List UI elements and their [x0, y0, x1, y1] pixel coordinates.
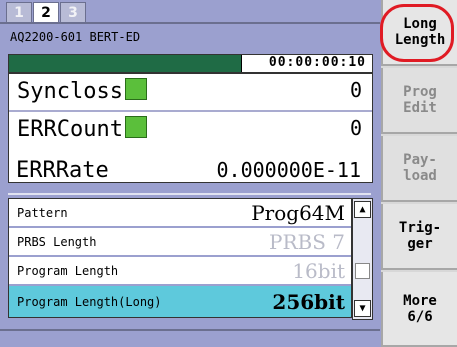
softkey-panel: Long Length Prog Edit Pay- load Trig- ge… [381, 0, 457, 347]
scroll-thumb[interactable] [355, 263, 370, 279]
setting-label: Program Length [17, 264, 119, 278]
syncloss-row: Syncloss 0 [9, 74, 372, 112]
bottom-divider [0, 329, 380, 331]
setting-label: Program Length(Long) [17, 295, 162, 309]
syncloss-value: 0 [349, 78, 362, 102]
setting-row-program-length-long[interactable]: Program Length(Long) 256bit [9, 286, 351, 317]
errrate-label: ERRRate [16, 158, 109, 183]
elapsed-time: 00:00:00:10 [268, 55, 366, 70]
tab-2[interactable]: 2 [33, 2, 59, 23]
main-panel: 1 2 3 AQ2200-601 BERT-ED 00:00:00:10 Syn… [0, 0, 380, 347]
errcount-indicator [124, 116, 147, 138]
section-divider [8, 193, 371, 195]
errcount-label: ERRCount [17, 116, 147, 142]
setting-row-prbs-length[interactable]: PRBS Length PRBS 7 [9, 228, 351, 257]
measurement-progress-bar: 00:00:00:10 [8, 54, 373, 73]
module-model-label: AQ2200-601 BERT-ED [10, 30, 141, 44]
softkey-more[interactable]: More 6/6 [381, 272, 457, 347]
setting-label: Pattern [17, 206, 68, 220]
syncloss-label: Syncloss [17, 78, 147, 104]
errrate-row: ERRRate 0.000000E-11 [8, 152, 371, 192]
setting-row-pattern[interactable]: Pattern Prog64M [9, 199, 351, 228]
tab-1[interactable]: 1 [6, 2, 32, 23]
page-tabs: 1 2 3 [6, 2, 87, 23]
settings-scrollbar[interactable]: ▲ ▼ [352, 198, 373, 320]
syncloss-indicator [124, 78, 147, 100]
tabbar-divider [0, 22, 380, 24]
softkey-prog-edit[interactable]: Prog Edit [381, 68, 457, 134]
setting-label: PRBS Length [17, 235, 97, 249]
setting-value: 256bit [272, 290, 345, 314]
tab-3[interactable]: 3 [60, 2, 86, 23]
setting-value: PRBS 7 [269, 230, 345, 254]
setting-row-program-length[interactable]: Program Length 16bit [9, 257, 351, 286]
softkey-long-length[interactable]: Long Length [381, 0, 457, 66]
errcount-value: 0 [349, 116, 362, 140]
settings-list: Pattern Prog64M PRBS Length PRBS 7 Progr… [8, 198, 352, 318]
softkey-trigger[interactable]: Trig- ger [381, 204, 457, 270]
setting-value: Prog64M [251, 201, 345, 225]
progress-fill [9, 55, 243, 72]
scroll-down-arrow-icon[interactable]: ▼ [354, 300, 371, 317]
errrate-value: 0.000000E-11 [216, 158, 362, 182]
scroll-up-arrow-icon[interactable]: ▲ [354, 201, 371, 218]
softkey-payload[interactable]: Pay- load [381, 136, 457, 202]
setting-value: 16bit [292, 259, 345, 283]
errcount-row: ERRCount 0 [9, 112, 372, 148]
